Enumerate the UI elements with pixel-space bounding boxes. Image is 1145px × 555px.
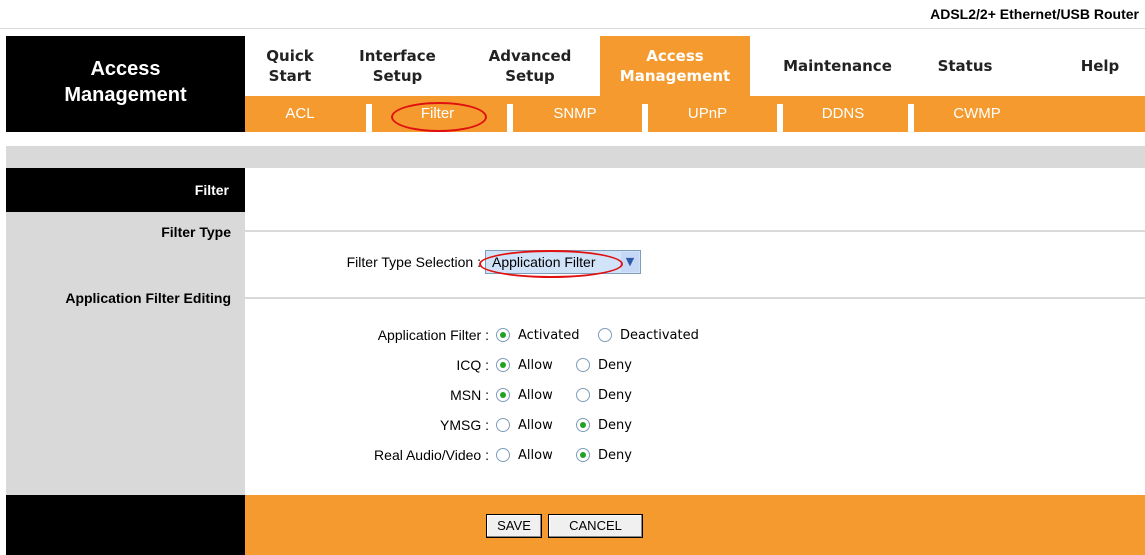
ymsg-label: YMSG : (439, 417, 489, 433)
subnav-separator (777, 104, 783, 132)
subnav-cwmp[interactable]: CWMP (937, 96, 1017, 132)
section-filter-type: Filter Type (161, 224, 231, 240)
sidebar-title-line1: Access (90, 58, 161, 80)
nav-quick-start-line1: Quick (266, 47, 314, 65)
subnav-separator (507, 104, 513, 132)
spacer-band (6, 146, 1145, 168)
app-filter-label: Application Filter : (377, 327, 489, 343)
nav-status-label: Status (937, 57, 993, 75)
section-rule (245, 230, 1145, 232)
real-audio-video-deny-label: Deny (598, 448, 632, 463)
footer-left (6, 495, 245, 555)
ymsg-allow-label: Allow (518, 418, 553, 433)
nav-quick-start[interactable]: Quick Start (245, 36, 335, 96)
icq-deny-radio[interactable] (576, 358, 590, 372)
sub-nav: ACL Filter SNMP UPnP DDNS CWMP (245, 96, 1145, 132)
nav-advanced-setup[interactable]: Advanced Setup (470, 36, 590, 96)
ymsg-deny-label: Deny (598, 418, 632, 433)
nav-access-management[interactable]: Access Management (600, 36, 750, 96)
real-audio-video-allow-radio[interactable] (496, 448, 510, 462)
subnav-upnp[interactable]: UPnP (670, 96, 745, 132)
nav-access-management-line1: Access (646, 47, 704, 65)
nav-access-management-line2: Management (619, 67, 731, 85)
left-column (6, 168, 245, 495)
product-name: ADSL2/2+ Ethernet/USB Router (930, 6, 1139, 22)
filter-annotation-circle (391, 102, 487, 132)
msn-deny-radio[interactable] (576, 388, 590, 402)
msn-allow-radio[interactable] (496, 388, 510, 402)
section-rule (245, 297, 1145, 299)
app-filter-deactivated-radio[interactable] (598, 328, 612, 342)
subnav-separator (642, 104, 648, 132)
subnav-ddns[interactable]: DDNS (803, 96, 883, 132)
subnav-snmp[interactable]: SNMP (535, 96, 615, 132)
app-filter-deactivated-label: Deactivated (620, 328, 699, 343)
save-button[interactable]: SAVE (486, 514, 542, 538)
ymsg-deny-radio[interactable] (576, 418, 590, 432)
real-audio-video-allow-label: Allow (518, 448, 553, 463)
msn-allow-label: Allow (518, 388, 553, 403)
subnav-separator (908, 104, 914, 132)
real-audio-video-deny-radio[interactable] (576, 448, 590, 462)
sidebar-title-line2: Management (64, 84, 187, 106)
msn-label: MSN : (450, 387, 489, 403)
section-app-filter-editing: Application Filter Editing (65, 290, 231, 306)
nav-maintenance[interactable]: Maintenance (770, 36, 905, 96)
nav-maintenance-label: Maintenance (783, 57, 892, 75)
nav-advanced-setup-line1: Advanced (488, 47, 572, 65)
icq-deny-label: Deny (598, 358, 632, 373)
footer-bar (245, 495, 1145, 555)
cancel-button[interactable]: CANCEL (548, 514, 643, 538)
header-divider (0, 28, 1145, 29)
app-filter-activated-label: Activated (518, 328, 580, 343)
select-annotation-circle (479, 250, 623, 278)
ymsg-allow-radio[interactable] (496, 418, 510, 432)
nav-help-label: Help (1080, 57, 1120, 75)
sidebar-title: Access Management (6, 36, 245, 132)
icq-allow-label: Allow (518, 358, 553, 373)
section-filter-header: Filter (6, 168, 245, 212)
filter-type-selection-label: Filter Type Selection : (346, 254, 481, 270)
app-filter-activated-radio[interactable] (496, 328, 510, 342)
top-nav: Quick Start Interface Setup Advanced Setup … (245, 36, 1145, 96)
subnav-separator (366, 104, 372, 132)
subnav-acl[interactable]: ACL (265, 96, 335, 132)
nav-interface-setup-line1: Interface (359, 47, 436, 65)
real-audio-video-label: Real Audio/Video : (374, 447, 489, 463)
nav-quick-start-line2: Start (268, 67, 312, 85)
nav-status[interactable]: Status (920, 36, 1010, 96)
nav-help[interactable]: Help (1060, 36, 1140, 96)
nav-interface-setup[interactable]: Interface Setup (345, 36, 450, 96)
nav-interface-setup-line2: Setup (372, 67, 423, 85)
nav-advanced-setup-line2: Setup (505, 67, 555, 85)
icq-allow-radio[interactable] (496, 358, 510, 372)
chevron-down-icon: ▼ (621, 252, 639, 272)
icq-label: ICQ : (456, 357, 489, 373)
msn-deny-label: Deny (598, 388, 632, 403)
